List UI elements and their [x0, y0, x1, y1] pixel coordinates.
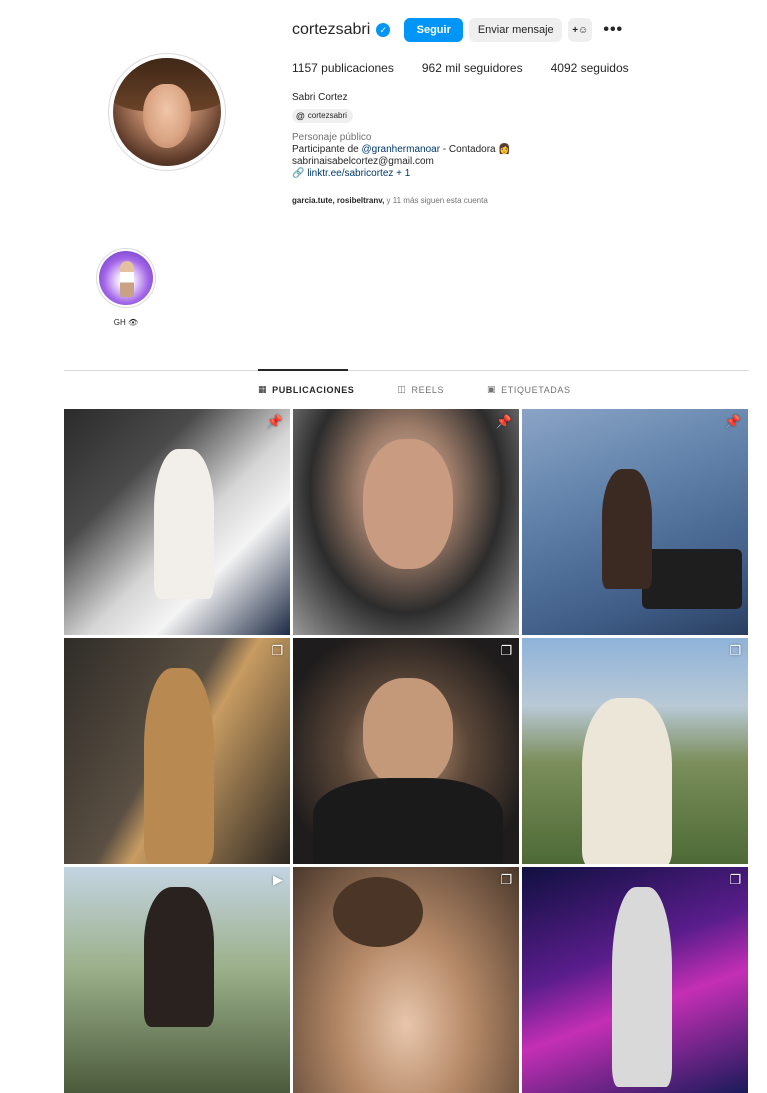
bio-link[interactable]: 🔗 linktr.ee/sabricortez + 1 [292, 168, 511, 180]
threads-handle: cortezsabri [307, 111, 347, 120]
profile-bio: Sabri Cortez @ cortezsabri Personaje púb… [292, 92, 511, 207]
tagged-icon: ▣ [487, 384, 497, 394]
highlight-image [99, 251, 153, 305]
followed-by-names: garcia.tute, rosibeltranv, [292, 196, 385, 205]
carousel-icon: ❐ [271, 643, 283, 658]
profile-stats: 1157 publicaciones 962 mil seguidores 40… [292, 61, 629, 75]
highlight-cover[interactable] [96, 248, 156, 308]
post-thumbnail[interactable]: 📌 [64, 409, 290, 635]
post-thumbnail[interactable]: ❐ [522, 638, 748, 864]
followed-by-rest: y 11 más siguen esta cuenta [384, 196, 488, 205]
tab-label: ETIQUETADAS [501, 384, 571, 395]
tab-label: PUBLICACIONES [272, 384, 355, 395]
post-thumbnail[interactable]: ❐ [64, 638, 290, 864]
following-count[interactable]: 4092 seguidos [551, 61, 629, 75]
grid-icon: ▦ [258, 384, 268, 394]
avatar-image [113, 58, 221, 166]
tab-reels[interactable]: ◫ REELS [397, 384, 444, 395]
post-thumbnail[interactable]: 📌 [293, 409, 519, 635]
highlight-label: GH 👁 [113, 318, 139, 327]
tabs-divider [64, 370, 749, 371]
add-user-icon: +☺ [572, 24, 589, 36]
pin-icon: 📌 [724, 414, 741, 429]
carousel-icon: ❐ [729, 643, 741, 658]
username: cortezsabri [292, 21, 371, 38]
tab-label: REELS [411, 384, 445, 395]
active-tab-indicator [258, 369, 348, 371]
bio-suffix: - Contadora 👩 [440, 144, 511, 155]
post-thumbnail[interactable]: ❐ [522, 867, 748, 1093]
threads-badge[interactable]: @ cortezsabri [292, 109, 353, 123]
follow-button[interactable]: Seguir [404, 18, 464, 42]
bio-text: Participante de @granhermanoar - Contado… [292, 144, 511, 156]
posts-count: 1157 publicaciones [292, 61, 394, 75]
story-highlight[interactable]: GH 👁 [96, 248, 156, 327]
carousel-icon: ❐ [729, 872, 741, 887]
profile-header: cortezsabri ✓ Seguir Enviar mensaje +☺ •… [292, 17, 624, 43]
profile-avatar[interactable] [108, 53, 226, 171]
bio-prefix: Participante de [292, 144, 362, 155]
verified-badge-icon: ✓ [376, 23, 391, 37]
tab-publicaciones[interactable]: ▦ PUBLICACIONES [258, 384, 354, 395]
post-thumbnail[interactable]: ❐ [293, 638, 519, 864]
link-icon: 🔗 [292, 168, 305, 179]
bio-email: sabrinaisabelcortez@gmail.com [292, 156, 434, 167]
reels-icon: ◫ [397, 384, 407, 394]
followed-by[interactable]: garcia.tute, rosibeltranv, y 11 más sigu… [292, 195, 511, 207]
pin-icon: 📌 [266, 414, 283, 429]
more-options-button[interactable]: ••• [602, 18, 624, 42]
bio-mention-link[interactable]: @granhermanoar [362, 144, 441, 155]
add-user-button[interactable]: +☺ [568, 18, 593, 42]
post-thumbnail[interactable]: ▶ [64, 867, 290, 1093]
category-label: Personaje público [292, 132, 372, 143]
threads-icon: @ [296, 111, 305, 121]
post-thumbnail[interactable]: 📌 [522, 409, 748, 635]
posts-grid: 📌 📌 📌 ❐ ❐ ❐ ▶ ❐ ❐ [64, 409, 748, 1093]
full-name: Sabri Cortez [292, 92, 348, 103]
reel-icon: ▶ [273, 872, 283, 887]
post-thumbnail[interactable]: ❐ [293, 867, 519, 1093]
followers-count[interactable]: 962 mil seguidores [422, 61, 523, 75]
pin-icon: 📌 [495, 414, 512, 429]
tab-etiquetadas[interactable]: ▣ ETIQUETADAS [487, 384, 571, 395]
carousel-icon: ❐ [500, 872, 512, 887]
carousel-icon: ❐ [500, 643, 512, 658]
send-message-button[interactable]: Enviar mensaje [469, 18, 563, 42]
bio-link-text[interactable]: linktr.ee/sabricortez + 1 [307, 168, 410, 179]
profile-tabs: ▦ PUBLICACIONES ◫ REELS ▣ ETIQUETADAS [258, 384, 614, 395]
